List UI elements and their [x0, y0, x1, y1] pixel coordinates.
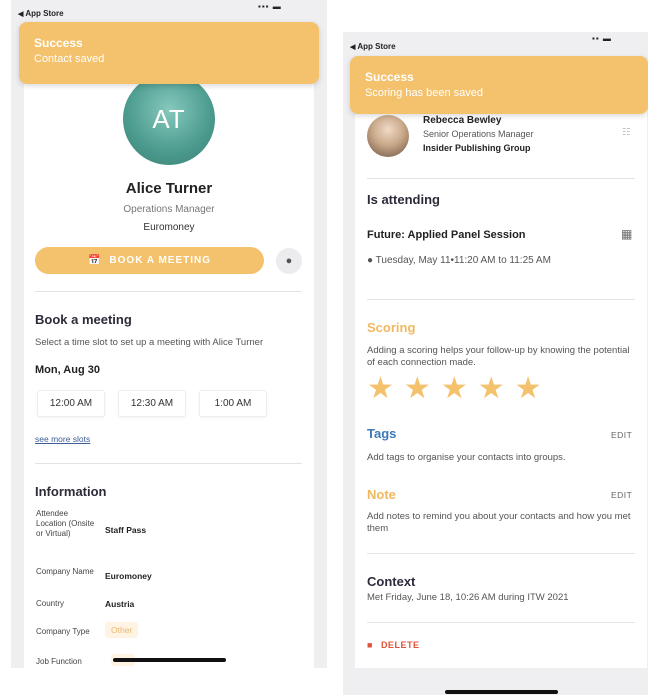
contact-name: Alice Turner — [125, 180, 213, 197]
trash-icon: ■ — [367, 640, 373, 650]
divider — [367, 299, 635, 300]
see-more-slots-link[interactable]: see more slots — [35, 434, 90, 444]
toast-message: Scoring has been saved — [365, 87, 484, 99]
chat-bubbles-icon: ● — [285, 255, 293, 267]
success-toast[interactable]: Success Scoring has been saved — [350, 56, 648, 114]
tags-description: Add tags to organise your contacts into … — [367, 452, 566, 463]
tags-heading: Tags — [367, 426, 397, 441]
book-meeting-title: Book a meeting — [35, 312, 132, 327]
note-edit-button[interactable]: EDIT — [611, 490, 632, 500]
avatar — [367, 115, 409, 157]
info-label-attendee-location: Attendee Location (Onsite or Virtual) — [36, 509, 95, 538]
information-title: Information — [35, 484, 107, 499]
scoring-description: Adding a scoring helps your follow-up by… — [367, 345, 630, 368]
info-label-company-type: Company Type — [36, 627, 90, 636]
status-bar-back[interactable]: ◀ App Store — [18, 9, 64, 18]
info-label-company-name: Company Name — [36, 567, 94, 576]
star-icon[interactable]: ★ — [404, 374, 431, 404]
star-rating[interactable]: ★ ★ ★ ★ ★ — [367, 374, 542, 404]
session-title[interactable]: Future: Applied Panel Session — [367, 229, 526, 241]
avatar-initials: AT — [152, 103, 186, 134]
success-toast[interactable]: Success Contact saved — [19, 22, 319, 84]
divider — [35, 291, 302, 292]
toast-message: Contact saved — [34, 53, 105, 65]
book-meeting-label: BOOK A MEETING — [109, 255, 212, 266]
contact-role: Operations Manager — [123, 204, 215, 215]
tags-edit-button[interactable]: EDIT — [611, 430, 632, 440]
profile-name: Rebecca Bewley — [423, 115, 502, 126]
home-indicator[interactable] — [445, 690, 558, 694]
divider — [367, 622, 635, 623]
note-description: Add notes to remind you about your conta… — [367, 511, 631, 534]
back-triangle-icon: ◀ — [350, 44, 356, 51]
avatar: AT — [123, 73, 215, 165]
status-bar-back[interactable]: ◀ App Store — [350, 42, 396, 51]
toast-title: Success — [365, 70, 414, 84]
time-slot-button[interactable]: 12:30 AM — [118, 390, 186, 417]
book-meeting-button[interactable]: 📅 BOOK A MEETING — [35, 247, 264, 274]
divider — [367, 553, 635, 554]
delete-button[interactable]: ■ DELETE — [367, 640, 419, 650]
delete-label: DELETE — [380, 640, 420, 650]
info-value-attendee-location: Staff Pass — [105, 525, 147, 535]
star-icon[interactable]: ★ — [441, 374, 468, 404]
calendar-add-icon[interactable]: ▦ — [621, 228, 632, 240]
info-value-company-type: Other — [105, 622, 139, 638]
book-meeting-subtitle: Select a time slot to set up a meeting w… — [35, 337, 264, 348]
info-label-job-function: Job Function — [36, 657, 82, 666]
clock-icon: ● — [367, 255, 374, 266]
meeting-date: Mon, Aug 30 — [35, 364, 100, 376]
context-text: Met Friday, June 18, 10:26 AM during ITW… — [367, 592, 569, 603]
status-bar-indicators: ▪▪ ▬ — [592, 34, 612, 43]
home-indicator[interactable] — [113, 658, 226, 662]
time-slot-button[interactable]: 1:00 AM — [199, 390, 267, 417]
note-heading: Note — [367, 487, 396, 502]
session-time: ● Tuesday, May 11•11:20 AM to 11:25 AM — [367, 255, 551, 267]
info-value-country: Austria — [105, 599, 135, 609]
back-triangle-icon: ◀ — [18, 11, 24, 18]
session-time-text: Tuesday, May 11•11:20 AM to 11:25 AM — [375, 255, 551, 266]
info-value-company-name: Euromoney — [105, 571, 152, 581]
context-heading: Context — [367, 574, 416, 589]
profile-company: Insider Publishing Group — [423, 143, 531, 153]
toast-title: Success — [34, 36, 83, 50]
calendar-icon: 📅 — [87, 255, 102, 266]
star-icon[interactable]: ★ — [478, 374, 505, 404]
info-label-country: Country — [36, 599, 65, 608]
divider — [35, 463, 302, 464]
is-attending-heading: Is attending — [367, 192, 440, 207]
scoring-heading: Scoring — [367, 320, 416, 335]
status-bar-indicators: ▪▪▪ ▬ — [258, 2, 282, 11]
time-slot-button[interactable]: 12:00 AM — [37, 390, 105, 417]
star-icon[interactable]: ★ — [515, 374, 542, 404]
divider — [367, 178, 635, 179]
profile-title: Senior Operations Manager — [423, 129, 534, 139]
chat-button[interactable]: ● — [276, 248, 302, 274]
contact-company: Euromoney — [143, 222, 195, 233]
contact-card-icon[interactable]: ☷ — [622, 127, 631, 139]
star-icon[interactable]: ★ — [367, 374, 394, 404]
